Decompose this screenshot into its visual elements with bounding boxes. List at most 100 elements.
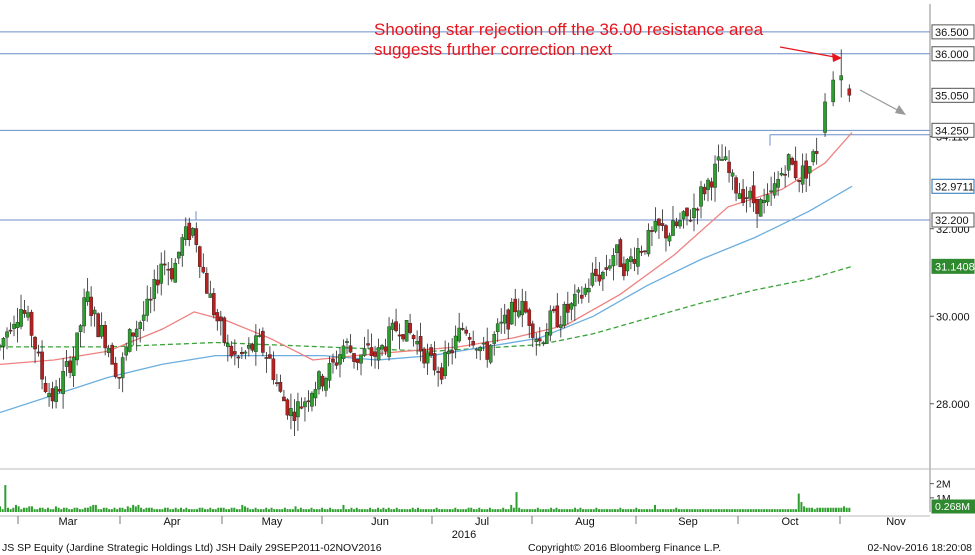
volume-bar <box>576 509 579 512</box>
candle-body <box>667 235 672 242</box>
annotation-line-2: suggests further correction next <box>374 40 612 59</box>
volume-bar <box>145 507 148 512</box>
volume-bar <box>17 506 20 512</box>
level-tag: 36.500 <box>931 24 975 40</box>
candle-body <box>509 301 514 325</box>
volume-bar <box>345 509 348 512</box>
candle-body <box>450 350 454 354</box>
volume-bar <box>672 509 675 512</box>
volume-bar <box>590 509 593 512</box>
candle-body <box>685 207 689 217</box>
volume-bar <box>544 509 547 512</box>
candle-body <box>250 343 255 351</box>
candle-body <box>779 173 784 176</box>
volume-bar <box>230 507 233 512</box>
volume-bar <box>302 509 305 512</box>
candle-body <box>523 301 528 313</box>
volume-bar <box>172 509 175 512</box>
candle-body <box>8 329 13 332</box>
volume-bar <box>723 509 726 512</box>
volume-bar <box>121 507 124 512</box>
volume-bar <box>835 507 838 512</box>
volume-bar <box>659 509 662 512</box>
candle-body <box>254 335 258 352</box>
volume-bar <box>113 507 116 512</box>
candle-body <box>47 393 51 398</box>
volume-bar <box>720 509 723 512</box>
candle-body <box>608 265 612 269</box>
volume-bar <box>401 509 404 512</box>
volume-bar <box>614 509 617 512</box>
volume-bar <box>108 509 111 512</box>
candle-body <box>429 347 433 356</box>
candle-body <box>50 388 55 402</box>
candle-body <box>695 208 700 211</box>
volume-bar <box>12 507 15 512</box>
candle-body <box>166 268 171 271</box>
volume-bar <box>283 507 286 512</box>
volume-bar <box>68 509 71 512</box>
volume-bar <box>86 507 89 512</box>
candle-body <box>502 314 507 324</box>
volume-bar <box>757 509 760 512</box>
candle-body <box>587 288 591 293</box>
volume-bar <box>339 509 342 512</box>
volume-bar <box>792 509 795 512</box>
volume-bar <box>763 509 766 512</box>
volume-bar <box>693 509 696 512</box>
candle-body <box>548 310 553 336</box>
volume-bar <box>805 507 808 512</box>
price-tick-label: 28.000 <box>936 399 970 411</box>
candle-body <box>657 218 661 226</box>
candle-body <box>61 371 65 395</box>
volume-bar <box>584 509 587 512</box>
candle-body <box>566 303 570 313</box>
candle-body <box>187 222 192 240</box>
volume-bar <box>542 509 545 512</box>
volume-bar <box>486 509 489 512</box>
volume-bar <box>768 509 771 512</box>
volume-bar <box>329 507 332 512</box>
volume-bar <box>787 509 790 512</box>
volume-bar <box>411 507 414 512</box>
volume-bar <box>571 509 574 512</box>
volume-bar <box>153 509 156 512</box>
candle-body <box>559 324 563 328</box>
volume-bar <box>456 509 459 512</box>
candle-body <box>692 207 696 218</box>
volume-bar <box>630 509 633 512</box>
candle-body <box>471 341 475 346</box>
candle-body <box>790 157 794 165</box>
volume-bar <box>105 507 108 512</box>
candle-body <box>43 382 48 393</box>
volume-bar <box>9 509 12 512</box>
volume-bar <box>518 507 521 512</box>
volume-bar <box>685 509 688 512</box>
volume-bar <box>611 509 614 512</box>
candle-body <box>383 346 388 352</box>
volume-bar <box>81 509 84 512</box>
volume-bar <box>198 507 201 512</box>
volume-bar <box>448 509 451 512</box>
volume-bar <box>270 507 273 512</box>
volume-bar <box>709 509 712 512</box>
volume-bar <box>297 509 300 512</box>
volume-bar <box>669 509 672 512</box>
volume-bar <box>566 509 569 512</box>
candle-body <box>99 325 104 337</box>
volume-bar <box>14 504 17 512</box>
volume-bar <box>534 509 537 512</box>
volume-bar <box>731 509 734 512</box>
candle-body <box>460 328 465 330</box>
volume-bar <box>70 509 73 512</box>
x-tick-label: May <box>262 516 283 528</box>
candle-body <box>348 345 353 353</box>
candle-body <box>467 337 472 340</box>
candle-body <box>176 251 181 259</box>
candle-body <box>594 268 598 276</box>
candle-body <box>495 323 500 333</box>
level-tag: 32.9711 <box>931 178 975 194</box>
candle-body <box>674 221 679 227</box>
level-tag-label: 35.050 <box>935 90 969 102</box>
volume-bar <box>337 509 340 512</box>
